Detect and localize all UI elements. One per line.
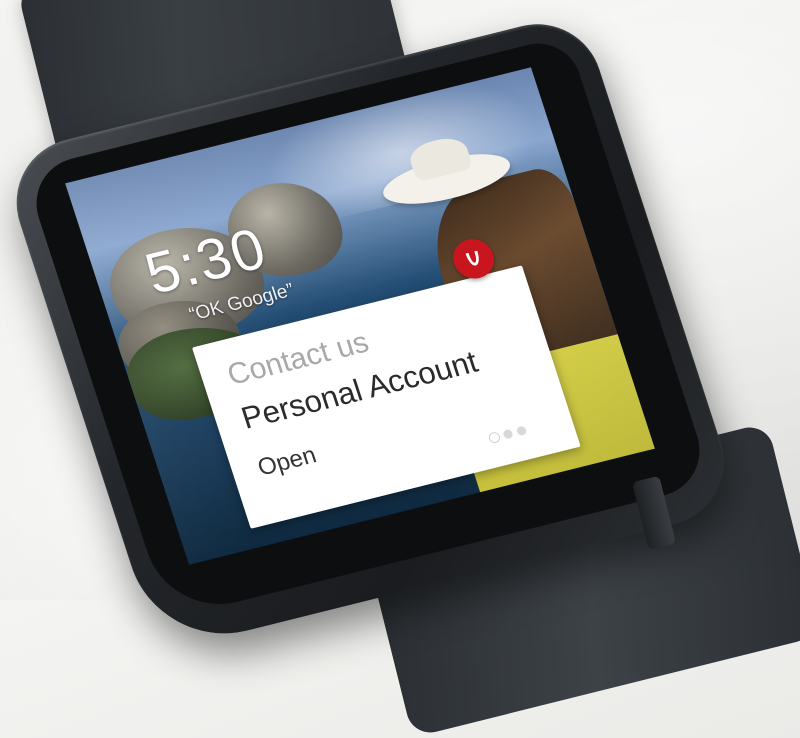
pager-dot (515, 425, 528, 437)
open-action-button[interactable]: Open (254, 442, 320, 483)
app-logo-glyph-icon (465, 250, 479, 266)
pager-dot (488, 432, 501, 443)
card-pager (488, 425, 528, 443)
pager-dot (502, 428, 514, 440)
